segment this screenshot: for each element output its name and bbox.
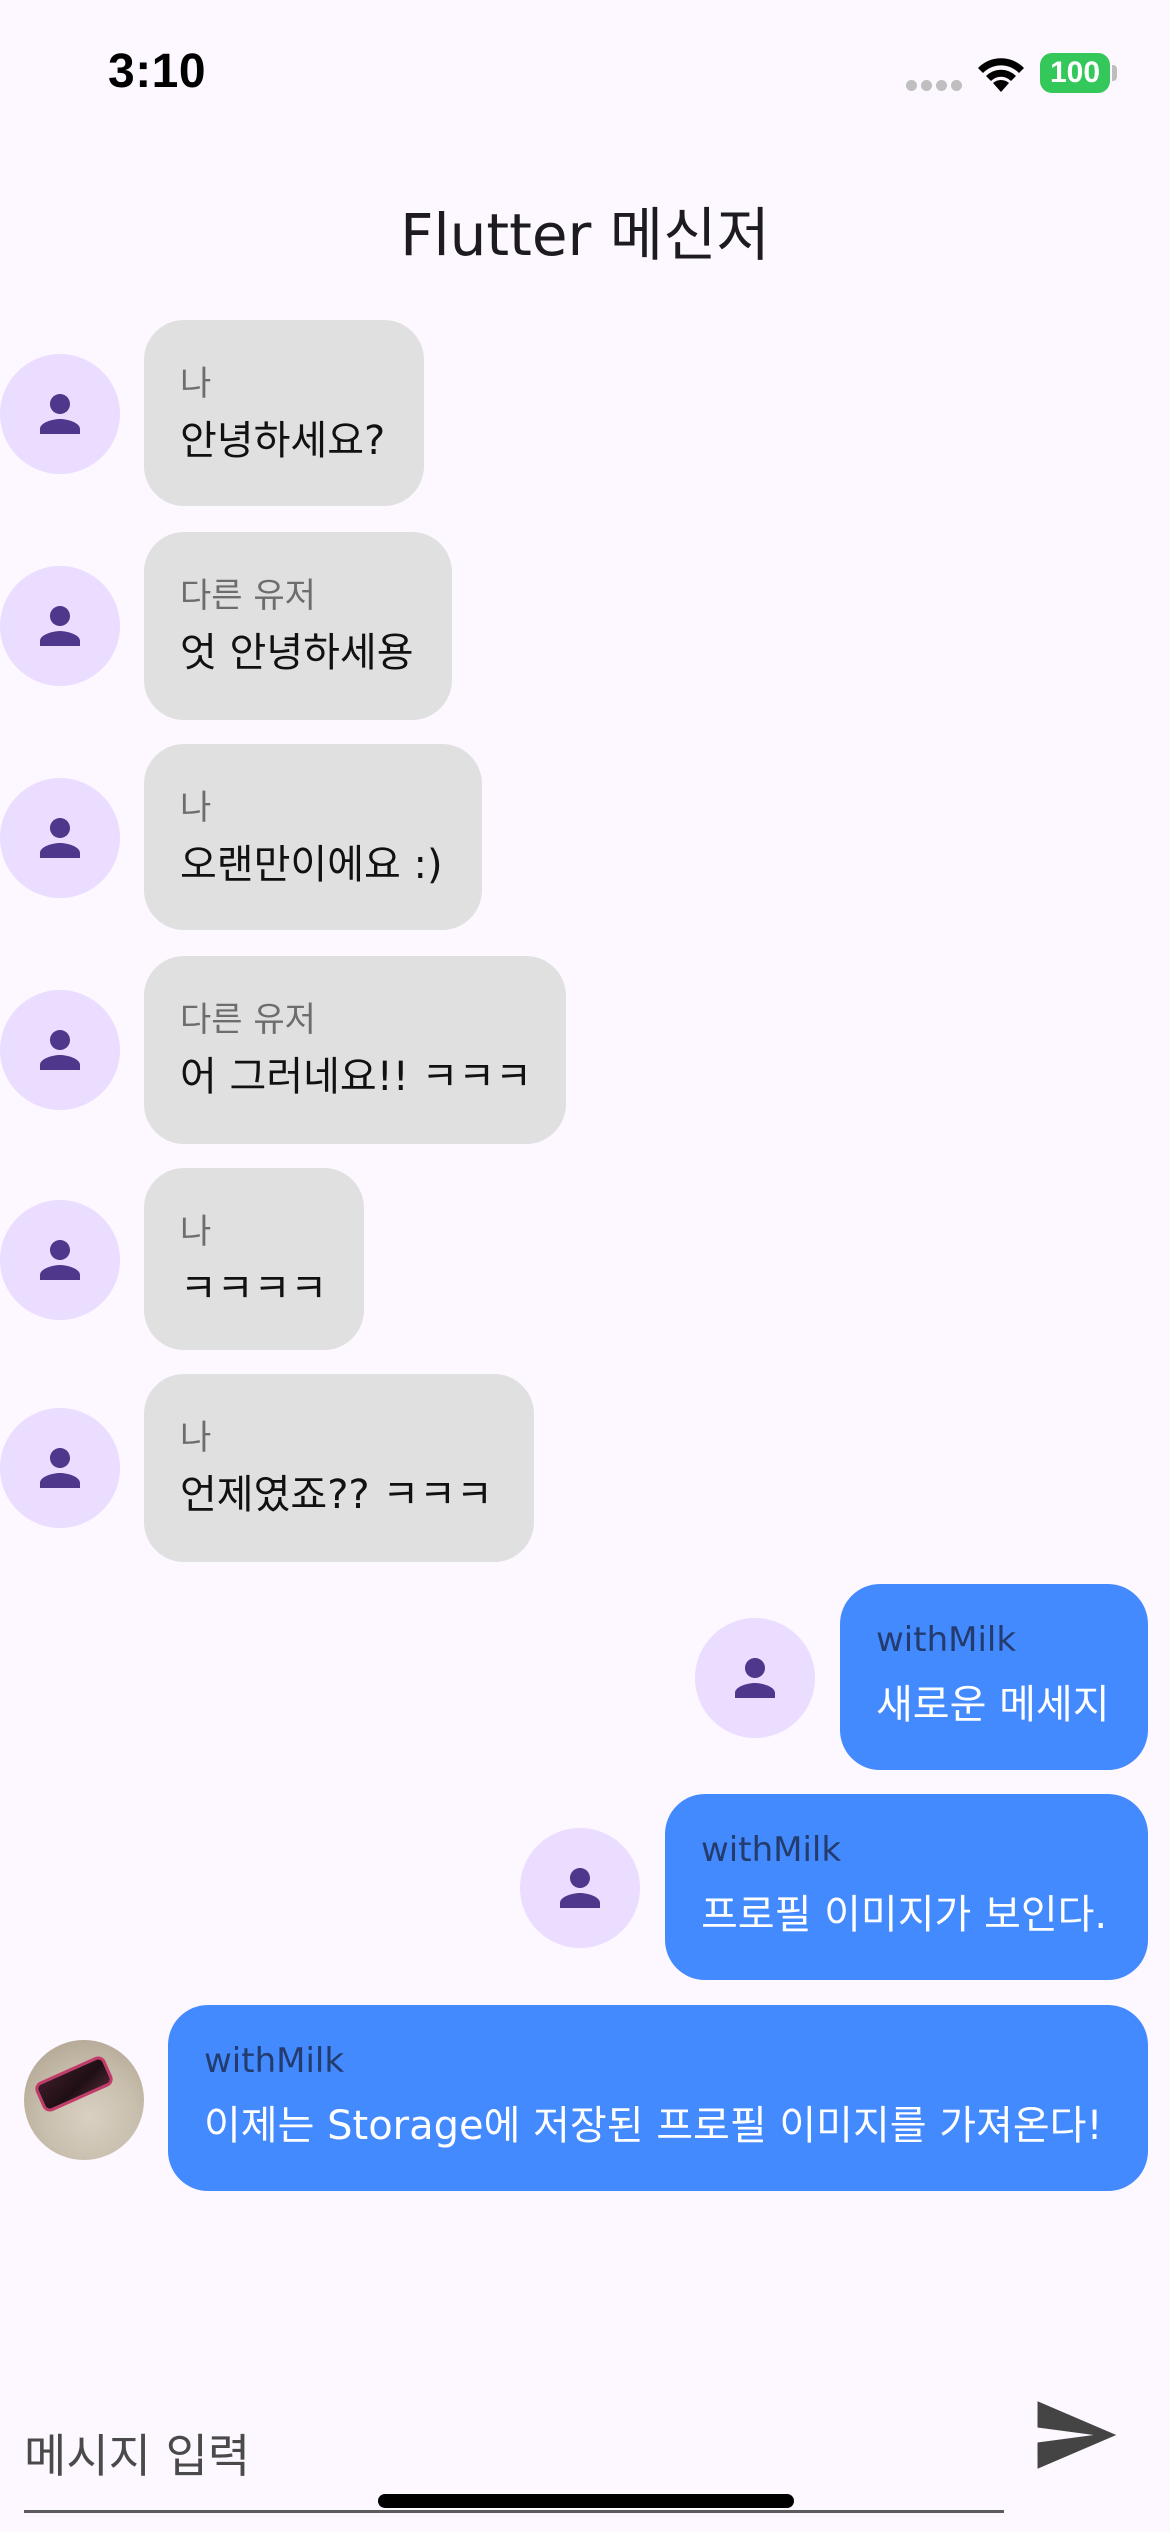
avatar (520, 1828, 640, 1948)
message-text: 엇 안녕하세용 (180, 630, 414, 676)
home-indicator (378, 2494, 794, 2508)
message-sender: withMilk (204, 2041, 345, 2081)
message-sender: 나 (180, 1212, 212, 1252)
battery-indicator: 100 (1040, 53, 1110, 93)
message-sender: withMilk (876, 1620, 1017, 1660)
message-bubble: 나 오랜만이에요 :) (144, 744, 482, 930)
message-text: 안녕하세요? (180, 418, 386, 464)
message-sender: 다른 유저 (180, 576, 316, 616)
avatar (0, 1408, 120, 1528)
message-sender: withMilk (701, 1830, 842, 1870)
message-bubble: 나 안녕하세요? (144, 320, 424, 506)
status-time: 3:10 (108, 45, 207, 98)
message-text: 어 그러네요!! ㅋㅋㅋ (180, 1054, 532, 1100)
avatar (0, 566, 120, 686)
person-icon (40, 1448, 80, 1488)
profile-photo (24, 2040, 144, 2160)
message-bubble: 다른 유저 엇 안녕하세용 (144, 532, 452, 720)
message-text: 오랜만이에요 :) (180, 842, 443, 888)
avatar (695, 1618, 815, 1738)
phone-image (32, 2053, 116, 2115)
message-bubble: withMilk 프로필 이미지가 보인다. (665, 1794, 1148, 1980)
avatar (0, 778, 120, 898)
status-bar: 3:10 100 (0, 0, 1170, 150)
person-icon (40, 394, 80, 434)
message-sender: 나 (180, 1418, 212, 1458)
avatar (0, 1200, 120, 1320)
person-icon (735, 1658, 775, 1698)
avatar (0, 354, 120, 474)
message-text: ㅋㅋㅋㅋ (180, 1266, 328, 1312)
messenger-screen: 3:10 100 Flutter 메신저 나 안녕하세요? 다른 유저 엇 안녕… (0, 0, 1170, 2532)
message-sender: 나 (180, 364, 212, 404)
message-bubble: withMilk 이제는 Storage에 저장된 프로필 이미지를 가져온다! (168, 2005, 1148, 2191)
message-sender: 다른 유저 (180, 1000, 316, 1040)
wifi-icon (978, 58, 1024, 92)
battery-tip (1112, 65, 1117, 81)
send-icon[interactable] (1030, 2390, 1120, 2480)
person-icon (40, 1030, 80, 1070)
person-icon (40, 1240, 80, 1280)
page-title: Flutter 메신저 (400, 201, 770, 269)
person-icon (40, 818, 80, 858)
message-sender: 나 (180, 788, 212, 828)
message-text: 새로운 메세지 (876, 1682, 1110, 1728)
message-text: 언제였죠?? ㅋㅋㅋ (180, 1472, 493, 1518)
message-bubble: 다른 유저 어 그러네요!! ㅋㅋㅋ (144, 956, 566, 1144)
person-icon (560, 1868, 600, 1908)
message-bubble: 나 ㅋㅋㅋㅋ (144, 1168, 364, 1350)
avatar (0, 990, 120, 1110)
message-input-placeholder: 메시지 입력 (24, 2429, 251, 2483)
message-text: 프로필 이미지가 보인다. (701, 1892, 1108, 1938)
cellular-signal-icon (906, 80, 962, 92)
message-bubble: withMilk 새로운 메세지 (840, 1584, 1148, 1770)
message-text: 이제는 Storage에 저장된 프로필 이미지를 가져온다! (204, 2103, 1103, 2149)
person-icon (40, 606, 80, 646)
message-bubble: 나 언제였죠?? ㅋㅋㅋ (144, 1374, 534, 1562)
